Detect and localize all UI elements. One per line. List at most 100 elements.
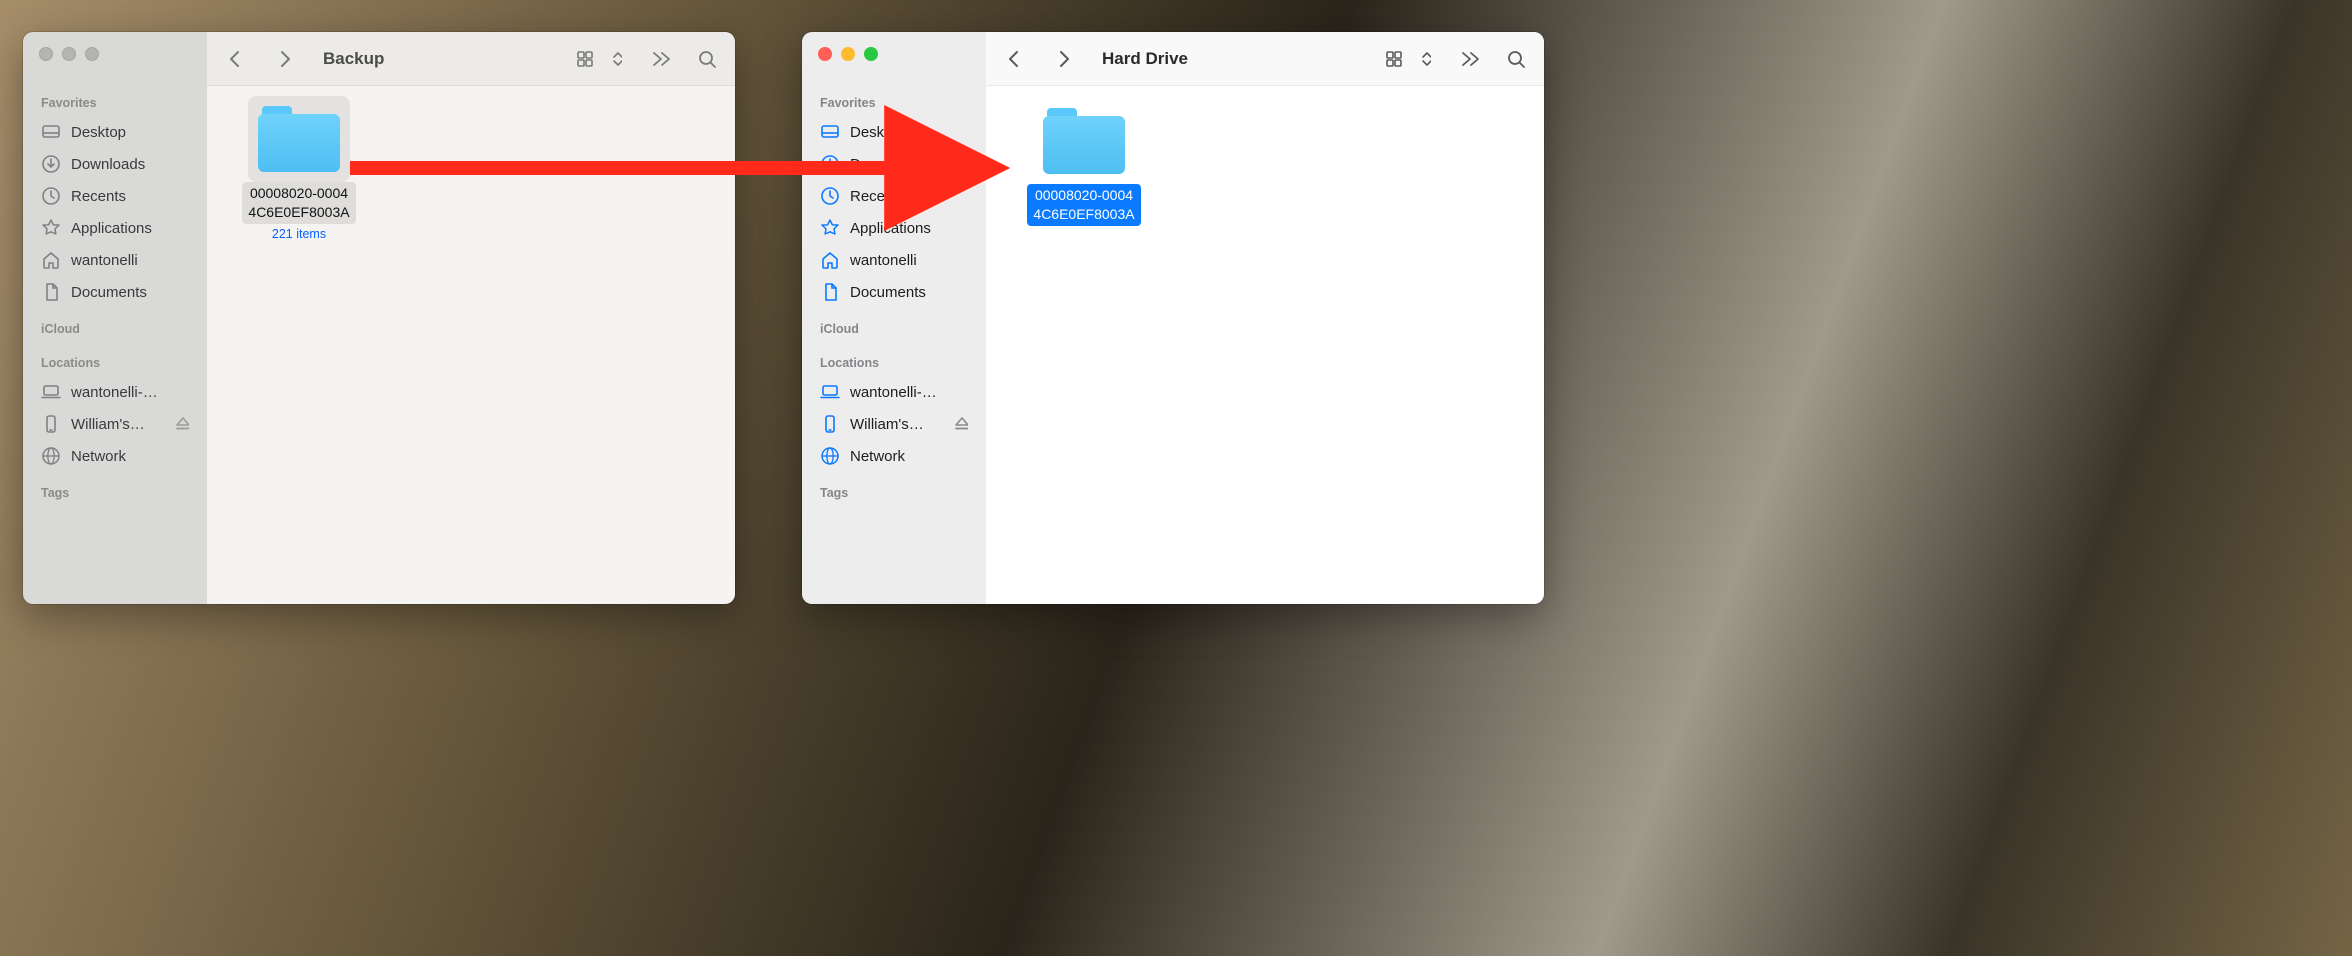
traffic-lights xyxy=(39,47,99,61)
sidebar-item-globe[interactable]: Network xyxy=(802,440,986,472)
sidebar-item-label: Documents xyxy=(850,284,926,301)
toolbar-overflow-icon[interactable] xyxy=(649,47,673,71)
sidebar-item-label: Downloads xyxy=(850,156,924,173)
close-icon[interactable] xyxy=(39,47,53,61)
folder-icon xyxy=(1041,106,1127,176)
search-icon[interactable] xyxy=(1504,47,1528,71)
apps-icon xyxy=(820,218,840,238)
sidebar-heading-favorites: Favorites xyxy=(802,82,986,116)
sidebar-item-download[interactable]: Downloads xyxy=(802,148,986,180)
minimize-icon[interactable] xyxy=(62,47,76,61)
home-icon xyxy=(820,250,840,270)
minimize-icon[interactable] xyxy=(841,47,855,61)
content-area[interactable]: 00008020-00044C6E0EF8003A 221 items xyxy=(207,86,735,604)
laptop-icon xyxy=(41,382,61,402)
sidebar-item-label: Network xyxy=(71,448,126,465)
sidebar-item-apps[interactable]: Applications xyxy=(23,212,207,244)
download-icon xyxy=(820,154,840,174)
view-icon-grid[interactable] xyxy=(1382,47,1406,71)
zoom-icon[interactable] xyxy=(864,47,878,61)
sidebar-item-doc[interactable]: Documents xyxy=(23,276,207,308)
favorites-list: Desktop Downloads Recents Applications wanto… xyxy=(23,116,207,308)
eject-icon[interactable] xyxy=(952,414,968,434)
sidebar-item-label: wantonelli xyxy=(71,252,138,269)
sidebar-item-label: Recents xyxy=(850,188,905,205)
sidebar-item-label: Desktop xyxy=(850,124,905,141)
doc-icon xyxy=(41,282,61,302)
folder-item[interactable]: 00008020-00044C6E0EF8003A 221 items xyxy=(229,104,369,241)
finder-window-harddrive: Favorites Desktop Downloads Recents Applica… xyxy=(802,32,1544,604)
sidebar-item-phone[interactable]: William's… xyxy=(23,408,207,440)
sidebar-item-apps[interactable]: Applications xyxy=(802,212,986,244)
view-icon-grid[interactable] xyxy=(573,47,597,71)
sidebar-heading-locations: Locations xyxy=(802,342,986,376)
window-title: Backup xyxy=(323,49,384,69)
favorites-list: Desktop Downloads Recents Applications wanto… xyxy=(802,116,986,308)
sidebar-item-label: Desktop xyxy=(71,124,126,141)
sidebar-item-label: Applications xyxy=(850,220,931,237)
folder-item[interactable]: 00008020-00044C6E0EF8003A xyxy=(1014,106,1154,226)
traffic-lights xyxy=(818,47,878,61)
locations-list: wantonelli-… William's… Network xyxy=(23,376,207,472)
phone-icon xyxy=(820,414,840,434)
folder-name: 00008020-00044C6E0EF8003A xyxy=(242,182,355,224)
sidebar-item-download[interactable]: Downloads xyxy=(23,148,207,180)
sidebar-item-desktop[interactable]: Desktop xyxy=(23,116,207,148)
forward-button[interactable] xyxy=(1052,47,1076,71)
sidebar-item-home[interactable]: wantonelli xyxy=(23,244,207,276)
laptop-icon xyxy=(820,382,840,402)
view-switcher-icon[interactable] xyxy=(1412,47,1436,71)
sidebar-item-label: William's… xyxy=(850,416,924,433)
toolbar-overflow-icon[interactable] xyxy=(1458,47,1482,71)
sidebar: Favorites Desktop Downloads Recents Applica… xyxy=(802,32,986,604)
view-switcher-icon[interactable] xyxy=(603,47,627,71)
toolbar: Backup xyxy=(207,32,735,86)
sidebar-item-label: Applications xyxy=(71,220,152,237)
sidebar-heading-favorites: Favorites xyxy=(23,82,207,116)
sidebar-item-laptop[interactable]: wantonelli-… xyxy=(802,376,986,408)
sidebar-item-desktop[interactable]: Desktop xyxy=(802,116,986,148)
sidebar-item-globe[interactable]: Network xyxy=(23,440,207,472)
sidebar-item-label: wantonelli-… xyxy=(71,384,158,401)
sidebar-heading-tags: Tags xyxy=(23,472,207,506)
sidebar-heading-icloud: iCloud xyxy=(23,308,207,342)
desktop-icon xyxy=(820,122,840,142)
sidebar-item-clock[interactable]: Recents xyxy=(802,180,986,212)
globe-icon xyxy=(41,446,61,466)
globe-icon xyxy=(820,446,840,466)
sidebar-item-label: Documents xyxy=(71,284,147,301)
close-icon[interactable] xyxy=(818,47,832,61)
locations-list: wantonelli-… William's… Network xyxy=(802,376,986,472)
clock-icon xyxy=(41,186,61,206)
window-title: Hard Drive xyxy=(1102,49,1188,69)
zoom-icon[interactable] xyxy=(85,47,99,61)
back-button[interactable] xyxy=(1002,47,1026,71)
sidebar-heading-tags: Tags xyxy=(802,472,986,506)
sidebar: Favorites Desktop Downloads Recents Applica… xyxy=(23,32,207,604)
sidebar-item-home[interactable]: wantonelli xyxy=(802,244,986,276)
doc-icon xyxy=(820,282,840,302)
search-icon[interactable] xyxy=(695,47,719,71)
folder-subtitle: 221 items xyxy=(272,227,326,241)
sidebar-heading-locations: Locations xyxy=(23,342,207,376)
sidebar-item-phone[interactable]: William's… xyxy=(802,408,986,440)
forward-button[interactable] xyxy=(273,47,297,71)
sidebar-item-clock[interactable]: Recents xyxy=(23,180,207,212)
sidebar-heading-icloud: iCloud xyxy=(802,308,986,342)
toolbar: Hard Drive xyxy=(986,32,1544,86)
home-icon xyxy=(41,250,61,270)
clock-icon xyxy=(820,186,840,206)
sidebar-item-label: Recents xyxy=(71,188,126,205)
finder-window-backup: Favorites Desktop Downloads Recents Applica… xyxy=(23,32,735,604)
sidebar-item-laptop[interactable]: wantonelli-… xyxy=(23,376,207,408)
sidebar-item-doc[interactable]: Documents xyxy=(802,276,986,308)
sidebar-item-label: wantonelli-… xyxy=(850,384,937,401)
desktop-icon xyxy=(41,122,61,142)
back-button[interactable] xyxy=(223,47,247,71)
eject-icon[interactable] xyxy=(173,414,189,434)
download-icon xyxy=(41,154,61,174)
main-pane: Backup 00008020-00044C6E0EF8003A 221 ite… xyxy=(207,32,735,604)
content-area[interactable]: 00008020-00044C6E0EF8003A xyxy=(986,86,1544,604)
folder-icon xyxy=(256,104,342,174)
sidebar-item-label: Downloads xyxy=(71,156,145,173)
